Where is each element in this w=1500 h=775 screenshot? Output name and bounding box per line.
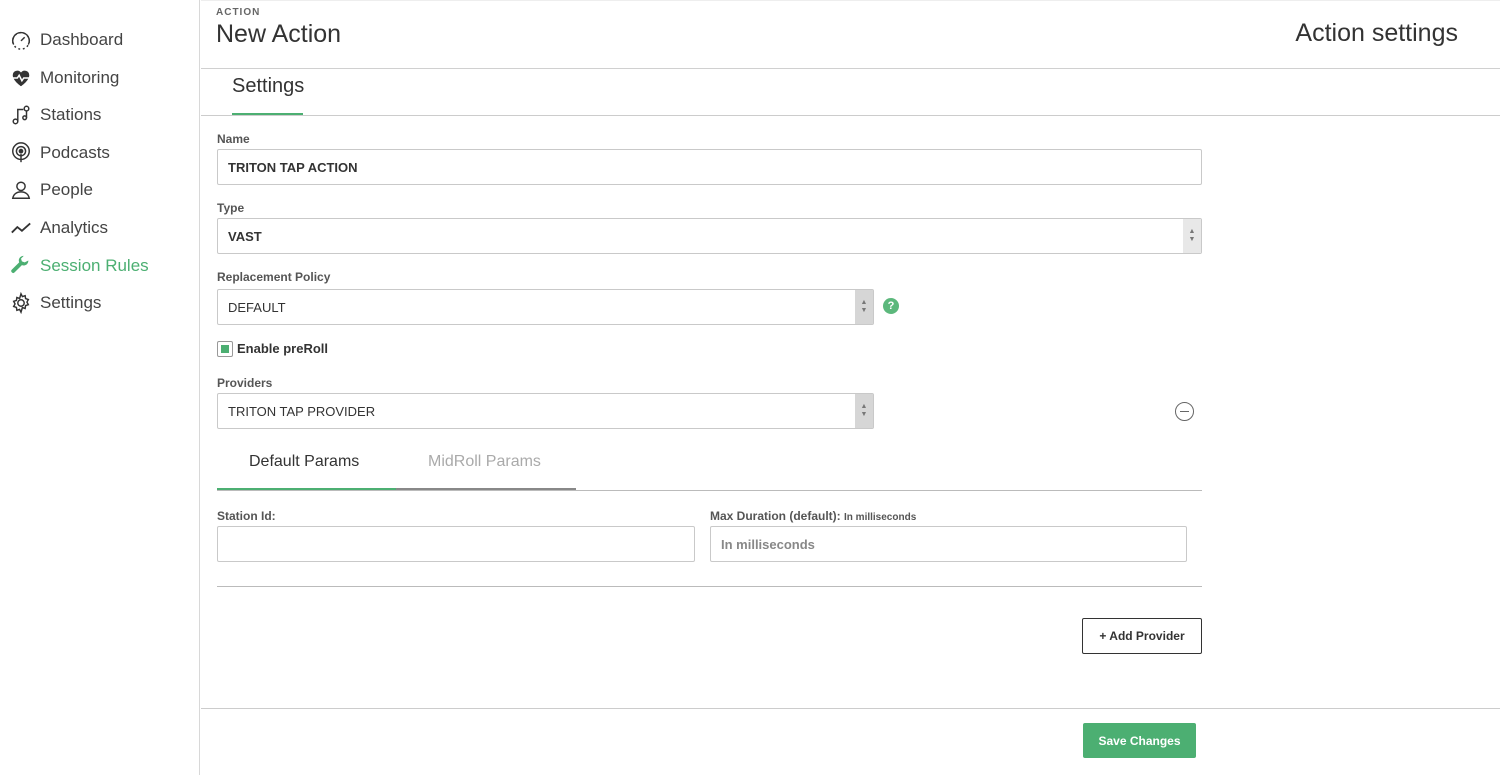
page-title: New Action	[216, 20, 342, 48]
tab-inactive-indicator	[396, 488, 576, 490]
person-icon	[8, 177, 34, 203]
sidebar-item-stations[interactable]: Stations	[8, 100, 101, 130]
replacement-policy-select[interactable]: DEFAULT ▲ ▼	[217, 289, 874, 325]
name-label: Name	[217, 132, 250, 146]
tab-default-params[interactable]: Default Params	[249, 453, 359, 471]
tab-active-indicator	[232, 113, 303, 115]
station-id-label: Station Id:	[217, 509, 276, 523]
wrench-icon	[8, 253, 34, 279]
sidebar-item-label: Analytics	[40, 218, 109, 237]
providers-select[interactable]: TRITON TAP PROVIDER ▲ ▼	[217, 393, 874, 429]
sidebar-item-podcasts[interactable]: Podcasts	[8, 138, 110, 168]
max-duration-label: Max Duration (default): In milliseconds	[710, 509, 916, 523]
select-arrows-icon: ▲ ▼	[855, 290, 873, 324]
max-duration-input[interactable]: In milliseconds	[710, 526, 1187, 562]
podcast-icon	[8, 140, 34, 166]
max-duration-label-text: Max Duration (default):	[710, 509, 841, 523]
footer-divider	[201, 708, 1500, 709]
name-field[interactable]: TRITON TAP ACTION	[217, 149, 1202, 185]
type-select[interactable]: VAST ▲ ▼	[217, 218, 1202, 254]
checkbox-checked-indicator	[221, 345, 229, 353]
enable-preroll-checkbox[interactable]	[217, 341, 233, 357]
select-arrows-icon: ▲ ▼	[855, 394, 873, 428]
section-divider	[217, 586, 1202, 587]
line-chart-icon	[8, 215, 34, 241]
tab-settings[interactable]: Settings	[232, 75, 304, 116]
sidebar-item-label: Settings	[40, 293, 102, 312]
music-note-icon	[8, 102, 34, 128]
name-field-value: TRITON TAP ACTION	[228, 159, 358, 175]
sidebar-item-people[interactable]: People	[8, 175, 93, 205]
sidebar-item-settings[interactable]: Settings	[8, 288, 101, 318]
heartbeat-icon	[8, 65, 34, 91]
panel-title: Action settings	[1295, 19, 1458, 47]
sidebar-item-label: People	[40, 180, 93, 199]
add-provider-button[interactable]: + Add Provider	[1082, 618, 1202, 654]
select-arrows-icon: ▲ ▼	[1183, 219, 1201, 253]
gauge-icon	[8, 27, 34, 53]
sidebar-item-label: Monitoring	[40, 68, 120, 87]
gear-icon	[8, 290, 34, 316]
type-label: Type	[217, 201, 245, 215]
sidebar-item-dashboard[interactable]: Dashboard	[8, 25, 123, 55]
sidebar-item-label: Session Rules	[40, 256, 149, 275]
type-select-value: VAST	[228, 228, 262, 244]
replacement-policy-value: DEFAULT	[228, 299, 286, 315]
sidebar-item-label: Stations	[40, 105, 102, 124]
sidebar-item-session-rules[interactable]: Session Rules	[8, 251, 149, 281]
page-header: ACTION New Action Action settings	[201, 0, 1500, 69]
save-changes-button[interactable]: Save Changes	[1083, 723, 1196, 758]
max-duration-placeholder: In milliseconds	[721, 536, 815, 552]
remove-provider-icon[interactable]	[1175, 402, 1194, 421]
sidebar-item-monitoring[interactable]: Monitoring	[8, 63, 119, 93]
tab-midroll-params[interactable]: MidRoll Params	[428, 453, 541, 471]
station-id-input[interactable]	[217, 526, 695, 562]
sidebar-item-label: Podcasts	[40, 143, 110, 162]
sidebar-item-analytics[interactable]: Analytics	[8, 213, 108, 243]
max-duration-hint: In milliseconds	[844, 512, 917, 523]
replacement-policy-label: Replacement Policy	[217, 270, 331, 284]
params-tabs: Default Params MidRoll Params	[217, 440, 1202, 491]
providers-select-value: TRITON TAP PROVIDER	[228, 403, 376, 419]
sidebar-item-label: Dashboard	[40, 30, 124, 49]
enable-preroll-label: Enable preRoll	[237, 341, 329, 356]
sidebar: Dashboard Monitoring Stations Podcasts P…	[0, 0, 200, 775]
page-overline: ACTION	[216, 7, 261, 18]
providers-label: Providers	[217, 376, 273, 390]
tab-active-indicator	[217, 488, 396, 490]
top-tabs: Settings	[201, 69, 1500, 116]
help-icon[interactable]: ?	[883, 298, 899, 314]
